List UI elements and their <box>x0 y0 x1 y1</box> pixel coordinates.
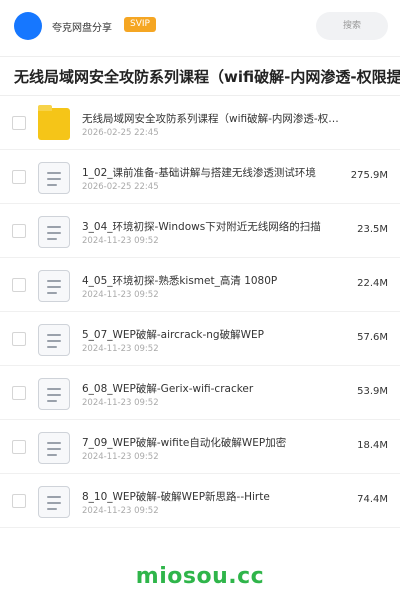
file-size: 57.6M <box>357 332 388 343</box>
list-item[interactable]: 5_07_WEP破解-aircrack-ng破解WEP 2024-11-23 0… <box>0 312 400 366</box>
file-date: 2026-02-25 22:45 <box>82 182 159 192</box>
file-date: 2024-11-23 09:52 <box>82 344 159 354</box>
file-name: 6_08_WEP破解-Gerix-wifi-cracker <box>82 383 254 395</box>
file-icon <box>38 216 70 248</box>
svip-badge: SVIP <box>124 17 156 32</box>
file-icon <box>38 378 70 410</box>
checkbox[interactable] <box>12 170 26 184</box>
checkbox[interactable] <box>12 440 26 454</box>
file-date: 2024-11-23 09:52 <box>82 236 159 246</box>
file-name: 1_02_课前准备-基础讲解与搭建无线渗透测试环境 <box>82 167 316 179</box>
checkbox[interactable] <box>12 386 26 400</box>
file-icon <box>38 162 70 194</box>
list-item[interactable]: 3_04_环境初探-Windows下对附近无线网络的扫描 2024-11-23 … <box>0 204 400 258</box>
watermark: miosou.cc <box>135 564 265 589</box>
avatar[interactable] <box>14 12 42 40</box>
file-icon <box>38 486 70 518</box>
list-item[interactable]: 无线局域网安全攻防系列课程（wifi破解-内网渗透-权限提升） 2026-02-… <box>0 96 400 150</box>
file-icon <box>38 324 70 356</box>
file-icon <box>38 270 70 302</box>
list-item[interactable]: 1_02_课前准备-基础讲解与搭建无线渗透测试环境 2026-02-25 22:… <box>0 150 400 204</box>
page-title: 无线局域网安全攻防系列课程（wifi破解-内网渗透-权限提升 <box>14 68 400 86</box>
list-item[interactable]: 8_10_WEP破解-破解WEP新思路--Hirte 2024-11-23 09… <box>0 474 400 528</box>
file-name: 4_05_环境初探-熟悉kismet_高清 1080P <box>82 275 278 287</box>
folder-icon <box>38 105 70 140</box>
file-date: 2026-02-25 22:45 <box>82 128 159 138</box>
file-name: 无线局域网安全攻防系列课程（wifi破解-内网渗透-权限提升） <box>82 113 340 125</box>
file-size: 74.4M <box>357 494 388 505</box>
file-date: 2024-11-23 09:52 <box>82 452 159 462</box>
file-date: 2024-11-23 09:52 <box>82 506 159 516</box>
app-header: 夸克网盘分享 SVIP 搜索 <box>0 0 400 52</box>
list-item[interactable]: 7_09_WEP破解-wifite自动化破解WEP加密 2024-11-23 0… <box>0 420 400 474</box>
checkbox[interactable] <box>12 278 26 292</box>
file-size: 23.5M <box>357 224 388 235</box>
file-name: 8_10_WEP破解-破解WEP新思路--Hirte <box>82 491 270 503</box>
checkbox[interactable] <box>12 332 26 346</box>
file-date: 2024-11-23 09:52 <box>82 398 159 408</box>
file-name: 5_07_WEP破解-aircrack-ng破解WEP <box>82 329 264 341</box>
checkbox[interactable] <box>12 224 26 238</box>
file-size: 22.4M <box>357 278 388 289</box>
checkbox[interactable] <box>12 116 26 130</box>
file-size: 53.9M <box>357 386 388 397</box>
list-item[interactable]: 6_08_WEP破解-Gerix-wifi-cracker 2024-11-23… <box>0 366 400 420</box>
file-date: 2024-11-23 09:52 <box>82 290 159 300</box>
search-input[interactable]: 搜索 <box>316 12 388 40</box>
checkbox[interactable] <box>12 494 26 508</box>
list-item[interactable]: 4_05_环境初探-熟悉kismet_高清 1080P 2024-11-23 0… <box>0 258 400 312</box>
file-icon <box>38 432 70 464</box>
file-name: 7_09_WEP破解-wifite自动化破解WEP加密 <box>82 437 287 449</box>
file-name: 3_04_环境初探-Windows下对附近无线网络的扫描 <box>82 221 321 233</box>
brand-name: 夸克网盘分享 <box>52 23 112 34</box>
file-size: 18.4M <box>357 440 388 451</box>
file-list: 无线局域网安全攻防系列课程（wifi破解-内网渗透-权限提升） 2026-02-… <box>0 96 400 528</box>
page-title-bar: 无线局域网安全攻防系列课程（wifi破解-内网渗透-权限提升 <box>0 56 400 96</box>
file-size: 275.9M <box>350 170 388 181</box>
